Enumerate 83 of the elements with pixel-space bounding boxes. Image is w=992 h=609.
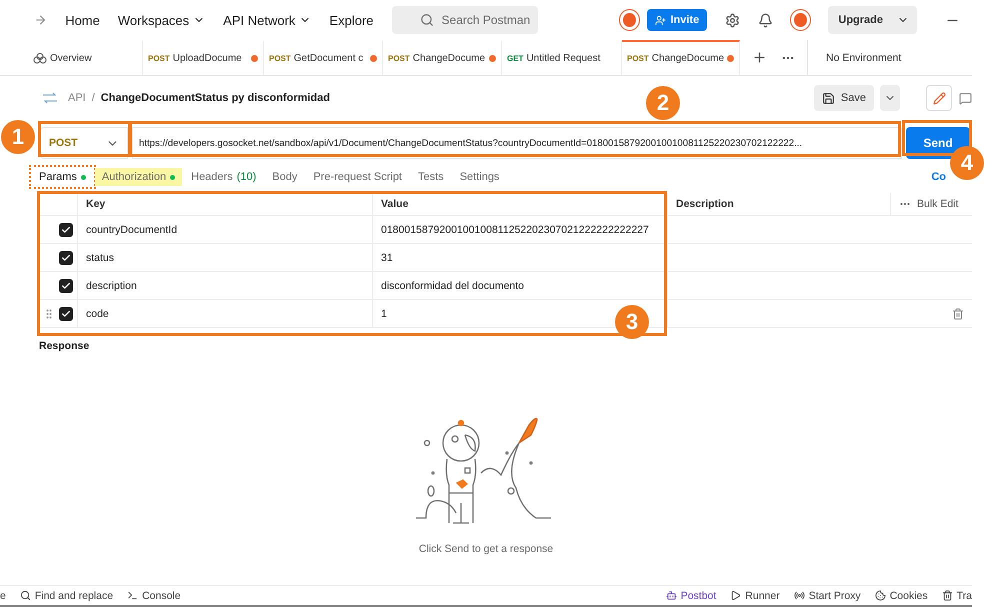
status-bar-item[interactable]: e [0, 590, 6, 602]
cookie-icon [874, 590, 886, 601]
tab[interactable]: POST GetDocument c [264, 40, 383, 75]
step-number: 2 [646, 86, 680, 120]
column-header: Value [373, 193, 668, 216]
column-header: Description [668, 193, 890, 216]
nav-link[interactable]: Home [65, 12, 100, 28]
console-icon [127, 590, 138, 601]
avatar-icon[interactable] [620, 10, 640, 30]
tab[interactable]: POST UploadDocume [143, 40, 264, 75]
comment-icon [958, 92, 972, 104]
settings-icon[interactable] [725, 12, 740, 28]
check-icon [61, 252, 71, 262]
environment-selector[interactable]: No Environment [807, 40, 972, 75]
checkbox[interactable] [59, 278, 73, 292]
edit-button[interactable] [926, 85, 952, 111]
table-cell: description [78, 272, 373, 300]
antenna-icon [794, 590, 805, 601]
tab[interactable]: GET Untitled Request [502, 40, 622, 75]
status-bar-item[interactable]: Console [127, 590, 181, 602]
url-field[interactable]: https://developers.gosocket.net/sandbox/api/v1/Document/ChangeDocumentStatus?countryDocumentId=018001587920010010081125220230702122222... [132, 127, 902, 159]
upgrade-button[interactable]: Upgrade [828, 6, 917, 34]
robot-icon [666, 590, 677, 601]
empty-state-text: Click Send to get a response [418, 542, 554, 554]
avatar-icon[interactable] [791, 10, 810, 30]
overview-icon [33, 53, 47, 64]
add-user-icon [655, 14, 666, 26]
play-icon [730, 590, 742, 601]
cookies-link[interactable]: Co [931, 171, 946, 183]
tab[interactable]: Settings [452, 168, 506, 186]
pencil-icon [932, 92, 946, 104]
save-icon [822, 92, 835, 104]
checkbox[interactable] [59, 222, 73, 236]
table-cell: 0180015879200100100811252202307021222222222227 [373, 216, 668, 244]
trash-icon [942, 590, 953, 601]
table-cell: code [78, 300, 373, 328]
forward-arrow-icon[interactable] [34, 13, 48, 27]
tab[interactable]: Pre-request Script [306, 168, 409, 186]
status-bar-item[interactable]: Start Proxy [794, 590, 861, 602]
tab[interactable]: Tests [411, 168, 451, 186]
check-icon [61, 308, 71, 318]
tab[interactable]: Params [32, 168, 93, 186]
tab[interactable]: Body [265, 168, 304, 186]
trash-icon[interactable] [952, 308, 964, 320]
tab[interactable]: Headers (10) [184, 168, 264, 186]
bulk-edit-link[interactable]: Bulk Edit [917, 198, 958, 210]
nav-link[interactable]: Explore [329, 12, 374, 28]
checkbox[interactable] [59, 250, 73, 264]
table-cell: countryDocumentId [78, 216, 373, 244]
tab[interactable]: POST ChangeDocume [383, 40, 502, 75]
tab[interactable]: POST ChangeDocume [622, 40, 740, 75]
http-icon [42, 92, 58, 104]
status-bar-item[interactable]: Runner [730, 590, 780, 602]
step-number: 1 [1, 120, 35, 154]
search-field[interactable]: Search Postman [392, 6, 538, 34]
breadcrumb-link[interactable]: API [68, 92, 86, 104]
nav-link[interactable]: Workspaces [118, 12, 206, 28]
search-icon [20, 590, 31, 601]
check-icon [61, 224, 71, 234]
tab[interactable]: Authorization [94, 168, 182, 186]
nav-link[interactable]: API Network [223, 12, 312, 28]
step-number: 3 [615, 305, 649, 339]
bell-icon[interactable] [758, 12, 774, 28]
status-bar-item[interactable]: Find and replace [20, 590, 114, 602]
column-header: Key [78, 193, 373, 216]
status-bar-item[interactable]: Cookies [874, 590, 928, 602]
search-icon [420, 13, 434, 27]
add-tab-icon[interactable] [752, 50, 767, 65]
table-cell: disconformidad del documento [373, 272, 668, 300]
step-number: 4 [950, 146, 984, 180]
invite-button[interactable]: Invite [647, 9, 708, 31]
breadcrumb-separator: / [92, 92, 95, 104]
status-bar-item[interactable]: Postbot [666, 590, 716, 602]
save-button[interactable]: Save [814, 85, 874, 111]
check-icon [61, 280, 71, 290]
table-cell: 31 [373, 244, 668, 272]
status-bar-item[interactable]: Tra [942, 590, 972, 602]
method-select[interactable]: POST [40, 127, 128, 159]
request-title: ChangeDocumentStatus py disconformidad [100, 92, 330, 104]
checkbox[interactable] [59, 306, 73, 320]
response-label: Response [39, 340, 90, 352]
tab[interactable]: Overview [28, 40, 143, 75]
table-cell: status [78, 244, 373, 272]
